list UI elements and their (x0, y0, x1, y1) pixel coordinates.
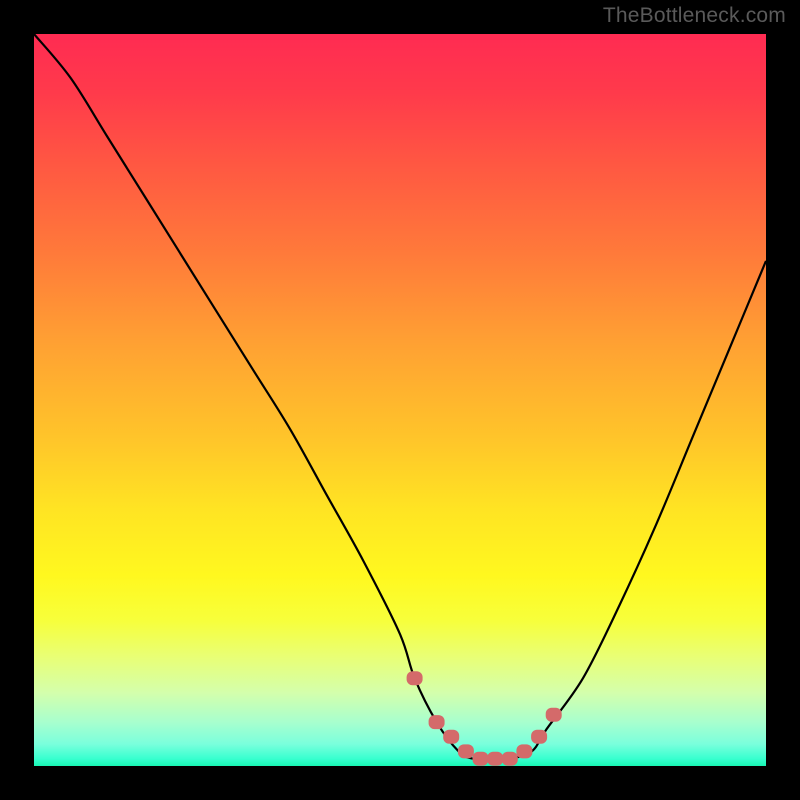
highlight-marker (502, 752, 518, 766)
highlight-marker (429, 715, 445, 729)
highlight-marker (487, 752, 503, 766)
highlight-marker (473, 752, 489, 766)
highlight-marker (531, 730, 547, 744)
curve-layer (34, 34, 766, 766)
watermark-text: TheBottleneck.com (603, 4, 786, 28)
highlight-marker (458, 744, 474, 758)
highlight-marker (516, 744, 532, 758)
highlight-marker (407, 671, 423, 685)
highlight-markers (407, 671, 562, 766)
highlight-marker (546, 708, 562, 722)
bottleneck-curve (34, 34, 766, 759)
chart-container: TheBottleneck.com (0, 0, 800, 800)
highlight-marker (443, 730, 459, 744)
